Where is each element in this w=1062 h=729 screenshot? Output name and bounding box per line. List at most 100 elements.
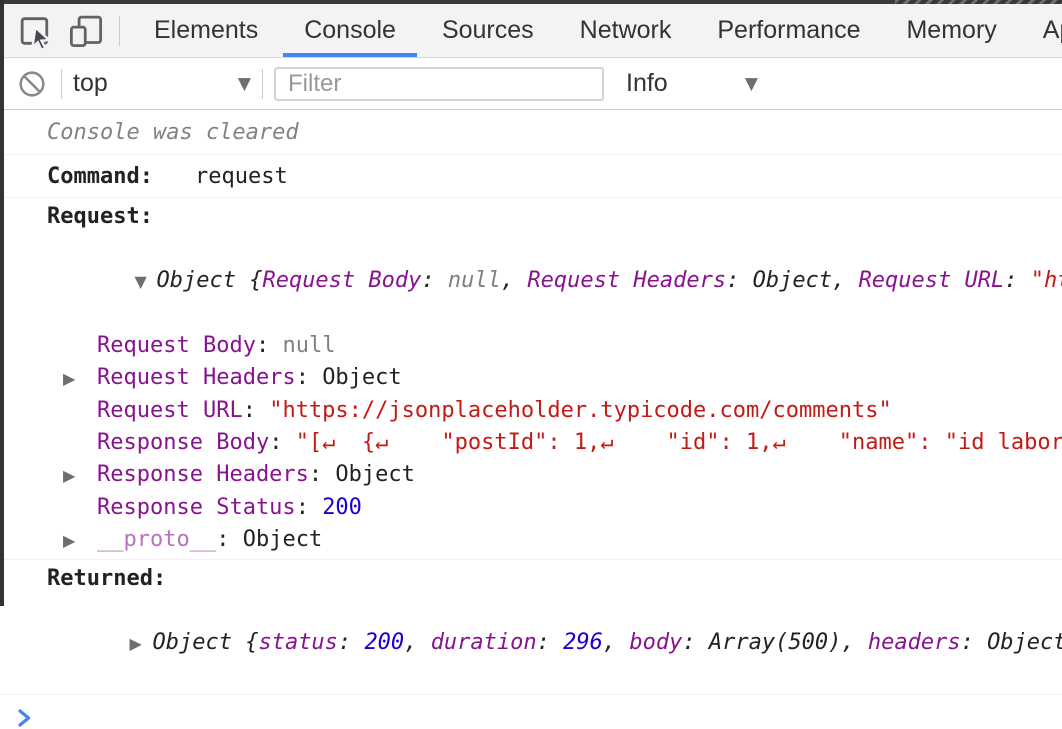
preview-token-punct: : — [421, 268, 448, 293]
console-cleared-message: Console was cleared — [0, 110, 1062, 155]
preview-token-punct: , — [404, 630, 431, 655]
console-filter-input[interactable] — [274, 67, 604, 101]
preview-token-obj: Object — [156, 268, 249, 293]
property-colon: : — [256, 333, 283, 358]
property-key: Request URL — [97, 398, 243, 423]
preview-token-punct: : — [537, 630, 564, 655]
object-property-row[interactable]: ▶Request Headers: Object — [0, 362, 1062, 395]
console-toolbar: top ▼ Info ▼ — [0, 58, 1062, 110]
tab-sources[interactable]: Sources — [419, 4, 557, 57]
preview-token-null: null — [448, 268, 501, 293]
property-value: null — [282, 333, 335, 358]
device-toolbar-icon — [66, 11, 106, 51]
preview-token-key: headers — [868, 630, 961, 655]
preview-token-punct: : — [726, 268, 753, 293]
inspect-element-button[interactable] — [14, 9, 58, 53]
preview-token-key: Request URL — [859, 268, 1005, 293]
console-output: Console was cleared Command: request Req… — [0, 110, 1062, 729]
property-value: Object — [243, 527, 322, 552]
preview-token-num: 200 — [364, 630, 404, 655]
preview-token-punct: : — [1004, 268, 1031, 293]
clear-console-button[interactable] — [14, 66, 50, 102]
preview-token-num: 296 — [563, 630, 603, 655]
toolbar-separator — [119, 16, 120, 46]
chevron-down-icon: ▼ — [238, 74, 251, 94]
property-key: Request Body — [97, 333, 256, 358]
object-preview-text: Object {status: 200, duration: 296, body… — [152, 630, 1062, 655]
returned-object-preview[interactable]: ▶Object {status: 200, duration: 296, bod… — [0, 595, 1062, 692]
property-key: Request Headers — [97, 365, 296, 390]
request-label: Request: — [0, 201, 1062, 233]
property-value: Object — [335, 462, 414, 487]
property-colon: : — [296, 365, 323, 390]
toggle-device-toolbar-button[interactable] — [64, 9, 108, 53]
preview-token-punct: , — [603, 630, 630, 655]
expand-arrow-icon[interactable]: ▶ — [63, 363, 97, 395]
toolbar-separator — [61, 69, 62, 99]
command-label: Command: — [47, 164, 153, 189]
returned-label: Returned: — [0, 563, 1062, 595]
property-colon: : — [296, 495, 323, 520]
tab-memory[interactable]: Memory — [883, 4, 1019, 57]
prompt-chevron-icon — [17, 707, 32, 729]
command-log-row: Command: request — [0, 155, 1062, 198]
property-value: "[↵ {↵ "postId": 1,↵ "id": 1,↵ "name": "… — [296, 430, 1062, 455]
property-colon: : — [309, 462, 336, 487]
object-property-row[interactable]: ▶Response Headers: Object — [0, 459, 1062, 492]
collapse-arrow-icon[interactable]: ▼ — [134, 266, 156, 298]
property-key: Response Headers — [97, 462, 309, 487]
expand-arrow-icon[interactable]: ▶ — [63, 525, 97, 557]
object-property-row: Request URL: "https://jsonplaceholder.ty… — [0, 395, 1062, 427]
preview-token-key: status — [258, 630, 337, 655]
toolbar-separator — [262, 69, 263, 99]
preview-token-key: body — [629, 630, 682, 655]
expand-arrow-icon[interactable]: ▶ — [129, 628, 152, 660]
property-key: __proto__ — [97, 527, 216, 552]
tab-label: Application — [1043, 16, 1062, 45]
request-log-block: Request: ▼Object {Request Body: null, Re… — [0, 198, 1062, 560]
execution-context-selector[interactable]: top ▼ — [73, 69, 251, 98]
property-key: Response Body — [97, 430, 269, 455]
preview-token-obj: Array(500) — [709, 630, 841, 655]
preview-token-punct: : — [338, 630, 365, 655]
chevron-down-icon: ▼ — [745, 74, 758, 94]
property-key: Response Status — [97, 495, 296, 520]
preview-token-punct: { — [249, 268, 262, 293]
execution-context-label: top — [73, 69, 108, 98]
preview-token-punct: , — [501, 268, 528, 293]
log-level-label: Info — [626, 69, 668, 98]
property-value: Object — [322, 365, 401, 390]
inspect-cursor-icon — [16, 11, 56, 51]
preview-token-punct: : — [961, 630, 988, 655]
log-level-selector[interactable]: Info ▼ — [626, 69, 758, 98]
preview-token-punct: : — [682, 630, 709, 655]
active-tab-underline — [283, 53, 417, 57]
property-value: 200 — [322, 495, 362, 520]
object-property-row[interactable]: ▶__proto__: Object — [0, 524, 1062, 557]
tab-label: Elements — [154, 16, 258, 45]
preview-token-key: duration — [431, 630, 537, 655]
preview-token-punct: { — [245, 630, 258, 655]
preview-token-obj: Object — [152, 630, 245, 655]
tab-label: Network — [580, 16, 672, 45]
console-prompt[interactable] — [0, 695, 1062, 729]
tab-application[interactable]: Application — [1020, 4, 1062, 57]
object-property-row: Request Body: null — [0, 330, 1062, 362]
request-object-preview[interactable]: ▼Object {Request Body: null, Request Hea… — [0, 233, 1062, 330]
request-object-children: Request Body: null▶Request Headers: Obje… — [0, 330, 1062, 557]
devtools-tabbar: Elements Console Sources Network Performance… — [0, 4, 1062, 58]
tab-elements[interactable]: Elements — [131, 4, 281, 57]
object-preview-text: Object {Request Body: null, Request Head… — [156, 268, 1062, 293]
preview-token-str: "https://jsonplaceholder.typicode.com/co… — [1031, 268, 1062, 293]
returned-log-block: Returned: ▶Object {status: 200, duration… — [0, 560, 1062, 695]
preview-token-punct: , — [832, 268, 859, 293]
tab-console[interactable]: Console — [281, 4, 419, 57]
tab-network[interactable]: Network — [557, 4, 695, 57]
tab-label: Performance — [717, 16, 860, 45]
expand-arrow-icon[interactable]: ▶ — [63, 460, 97, 492]
preview-token-key: Request Headers — [527, 268, 726, 293]
tab-label: Console — [304, 16, 396, 45]
object-property-row: Response Status: 200 — [0, 492, 1062, 524]
property-colon: : — [243, 398, 270, 423]
tab-performance[interactable]: Performance — [694, 4, 883, 57]
